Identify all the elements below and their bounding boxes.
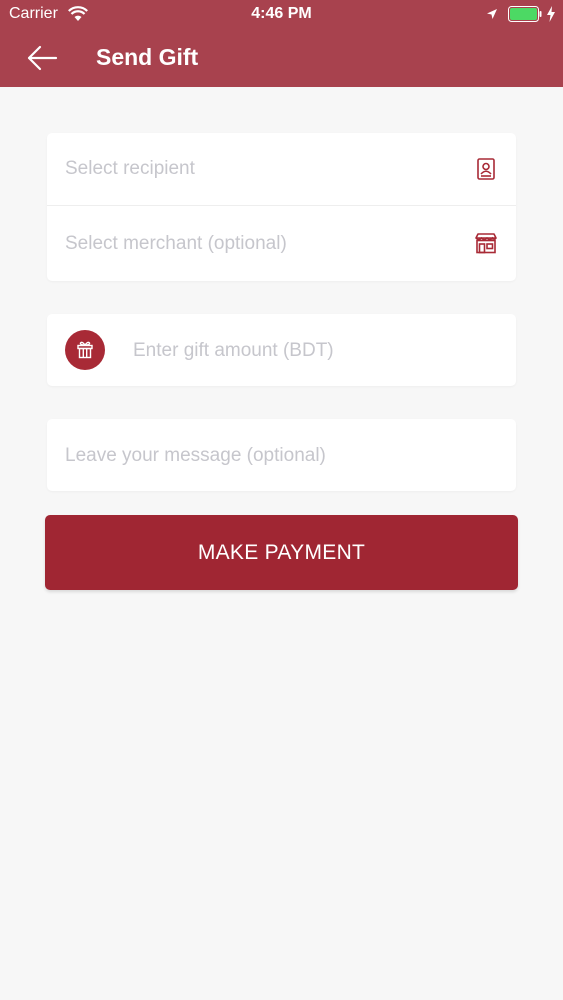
recipient-merchant-card: Select recipient Select merchant (option… bbox=[47, 133, 516, 281]
gift-badge bbox=[65, 330, 105, 370]
gift-amount-input[interactable] bbox=[133, 334, 493, 368]
app-header: Carrier 4:46 PM Send Gift bbox=[0, 0, 563, 87]
status-bar: Carrier 4:46 PM bbox=[0, 0, 563, 30]
select-recipient-field[interactable]: Select recipient bbox=[47, 133, 516, 206]
contact-book-icon bbox=[477, 158, 495, 180]
status-time: 4:46 PM bbox=[251, 5, 312, 22]
storefront-icon bbox=[475, 233, 497, 254]
make-payment-button[interactable]: MAKE PAYMENT bbox=[45, 515, 518, 590]
gift-amount-card bbox=[47, 314, 516, 386]
gift-message-input[interactable] bbox=[65, 439, 495, 473]
back-button[interactable] bbox=[22, 40, 62, 76]
merchant-placeholder: Select merchant (optional) bbox=[65, 232, 287, 254]
charging-bolt-icon bbox=[547, 6, 555, 22]
select-merchant-field[interactable]: Select merchant (optional) bbox=[47, 207, 516, 280]
back-arrow-icon bbox=[27, 45, 58, 71]
recipient-placeholder: Select recipient bbox=[65, 158, 195, 179]
page-title: Send Gift bbox=[96, 44, 199, 70]
location-arrow-icon bbox=[487, 9, 497, 19]
message-card bbox=[47, 419, 516, 491]
gift-icon bbox=[77, 341, 93, 359]
battery-icon bbox=[508, 6, 542, 22]
